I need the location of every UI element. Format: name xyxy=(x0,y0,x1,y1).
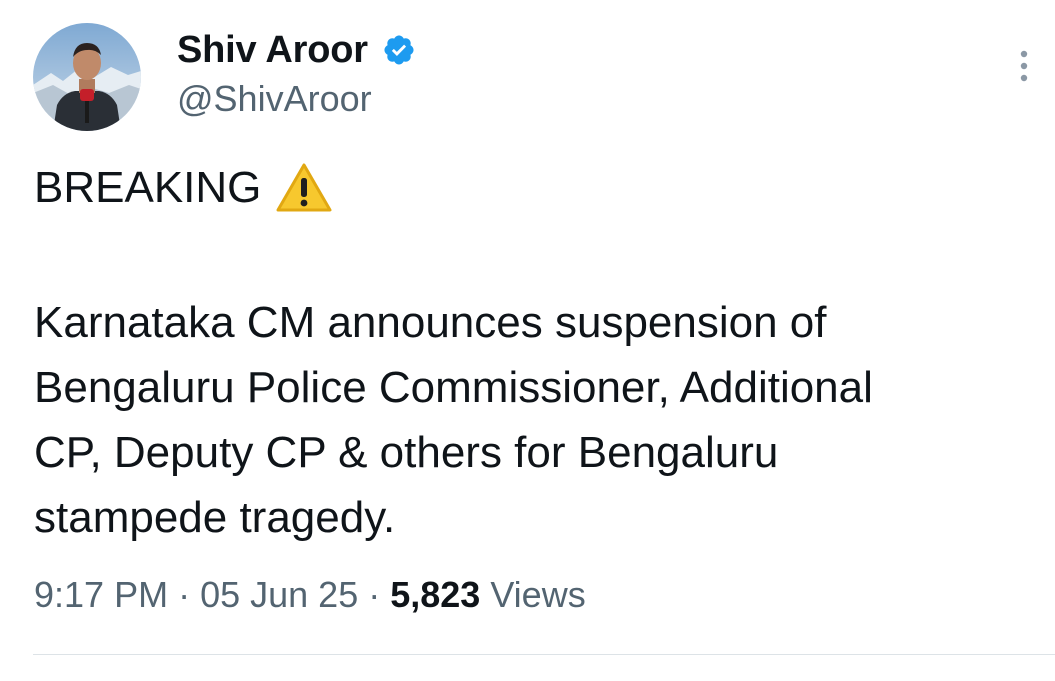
meta-separator: · xyxy=(368,574,381,615)
tweet-meta: 9:17 PM · 05 Jun 25 · 5,823 Views xyxy=(34,574,586,616)
avatar-photo xyxy=(33,23,141,131)
tweet-time[interactable]: 9:17 PM xyxy=(34,574,168,616)
verified-badge-icon xyxy=(382,33,416,67)
tweet-headline: BREAKING xyxy=(34,162,333,214)
tweet-body-line: stampede tragedy. xyxy=(34,493,396,542)
headline-text: BREAKING xyxy=(34,163,262,212)
views-label[interactable]: Views xyxy=(490,574,585,616)
divider xyxy=(33,654,1055,655)
tweet-body-line: Bengaluru Police Commissioner, Additiona… xyxy=(34,363,873,412)
tweet-date[interactable]: 05 Jun 25 xyxy=(200,574,358,616)
tweet-body-line: CP, Deputy CP & others for Bengaluru xyxy=(34,428,779,477)
author-handle[interactable]: @ShivAroor xyxy=(177,78,372,120)
warning-sign-icon xyxy=(275,162,333,214)
meta-separator: · xyxy=(178,574,191,615)
author-display-name[interactable]: Shiv Aroor xyxy=(177,29,368,72)
tweet-card: Shiv Aroor @ShivAroor BREAKING Karnataka… xyxy=(0,0,1055,681)
tweet-body: Karnataka CM announces suspension of Ben… xyxy=(34,290,1034,550)
avatar[interactable] xyxy=(33,23,141,131)
more-options-icon[interactable] xyxy=(1016,50,1032,86)
views-count[interactable]: 5,823 xyxy=(390,574,480,616)
author-name-row[interactable]: Shiv Aroor xyxy=(177,28,416,72)
tweet-body-line: Karnataka CM announces suspension of xyxy=(34,298,827,347)
